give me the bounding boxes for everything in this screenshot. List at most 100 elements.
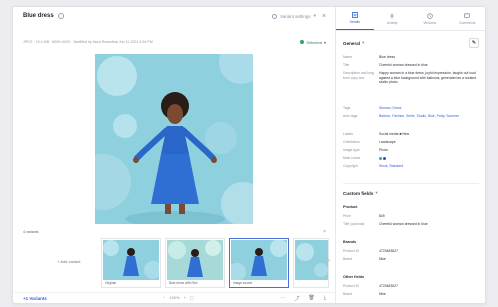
field-row: Orientation Landscape	[343, 140, 483, 145]
variants-count: 4 variants	[23, 230, 39, 234]
field-row: Name Blue dress	[343, 55, 483, 60]
field-value: 4723483627	[379, 249, 398, 253]
color-swatch	[379, 156, 382, 160]
variant-settings-label: Variant settings	[279, 13, 311, 19]
field-key: Price	[343, 214, 351, 218]
general-section-header: General ▾ ✎	[343, 38, 479, 48]
field-row: Auto tags Balloon, Fashion, Smile, Studio…	[343, 114, 483, 119]
field-key: Title	[343, 63, 350, 67]
custom-fields-heading: Custom fields	[343, 190, 374, 196]
woman-in-blue-dress-photo	[95, 54, 253, 224]
asset-meta: JPEG · 15.4 MB · 6000×4000 · Modified by…	[13, 37, 336, 47]
chevron-down-icon: ▾	[313, 13, 316, 18]
field-value: Blue dress	[379, 55, 396, 59]
zoom-level: 100%	[169, 295, 180, 300]
tab-comments[interactable]: Comments	[449, 7, 486, 30]
asset-title: Blue dress	[23, 13, 54, 19]
chevron-down-icon[interactable]: ▾	[362, 40, 364, 46]
thumbnail-image	[167, 240, 223, 280]
activity-icon	[389, 13, 395, 19]
auto-tags-value[interactable]: Balloon, Fashion, Smile, Studio, Blue, P…	[379, 114, 479, 119]
field-key: Title (optional)	[343, 222, 365, 226]
field-key: Brand	[343, 292, 353, 296]
field-value: Landscape	[379, 140, 396, 144]
field-value: Happy woman in a blue dress, joyful expr…	[379, 71, 477, 85]
image-preview[interactable]	[95, 54, 253, 224]
field-row: Image type Photo	[343, 148, 483, 153]
field-row: Tags Woman, Dress	[343, 106, 483, 111]
share-icon[interactable]: ⤴	[294, 295, 299, 302]
tab-activity[interactable]: Activity	[374, 7, 412, 30]
variant-thumb[interactable]: Original	[101, 238, 161, 288]
field-row: Main colors	[343, 156, 483, 161]
variants-header: 4 variants ×	[13, 228, 336, 236]
pencil-icon: ✎	[471, 40, 477, 46]
field-key: Main colors	[343, 156, 361, 160]
field-key: Description and long form copy text	[343, 71, 374, 80]
field-row: Title Cheerful woman dressed in blue	[343, 63, 483, 68]
field-key: Product ID	[343, 249, 360, 253]
tab-versions[interactable]: Versions	[411, 7, 449, 30]
thumbnail-image	[103, 240, 159, 280]
comments-icon	[464, 12, 471, 19]
chevron-down-icon: ▾	[323, 39, 326, 45]
tags-value[interactable]: Woman, Dress	[379, 106, 479, 111]
field-value: Nike	[379, 292, 386, 296]
field-row: Product ID 4723483627	[343, 249, 483, 254]
variant-thumb[interactable]	[293, 238, 329, 288]
chevron-down-icon[interactable]: ▾	[375, 190, 377, 196]
field-row: Brand Nike	[343, 292, 483, 297]
field-key: Name	[343, 55, 353, 59]
zoom-control: − 100% + ▢	[163, 295, 194, 300]
more-icon[interactable]: ⋯	[280, 295, 285, 302]
zoom-out-button[interactable]: −	[163, 295, 165, 300]
field-value: $49	[379, 214, 385, 218]
field-key: Tags	[343, 106, 351, 110]
field-key: Product ID	[343, 284, 360, 288]
field-value: Nike	[379, 257, 386, 261]
variant-thumb-selected[interactable]: Image source	[229, 238, 289, 288]
field-key: Copyright	[343, 164, 358, 168]
field-value: Cheerful woman dressed in blue	[379, 63, 428, 67]
download-icon[interactable]: ⤓	[324, 295, 326, 302]
custom-fields-header: Custom fields ▾	[343, 190, 479, 196]
trash-icon[interactable]: 🗑	[308, 295, 314, 302]
field-row: Title (optional) Cheerful woman dressed i…	[343, 222, 483, 227]
info-icon[interactable]	[57, 13, 64, 19]
variant-settings-button[interactable]: Variant settings ▾	[271, 13, 316, 19]
gear-icon	[271, 13, 277, 19]
group-title: Other fields	[343, 275, 365, 279]
add-variant-button[interactable]: + Add variant	[57, 259, 80, 264]
field-row: Labels Social media ■ New	[343, 132, 483, 137]
field-key: Image type	[343, 148, 360, 152]
tab-details[interactable]: Details	[336, 7, 374, 30]
close-variants-icon[interactable]: ×	[323, 229, 326, 235]
field-row: Product ID 4723483627	[343, 284, 483, 289]
main-colors-value	[379, 156, 479, 161]
field-value: Cheerful woman dressed in blue	[379, 222, 428, 226]
variant-caption: Blue dress with Red	[169, 281, 198, 285]
status-dot-icon	[300, 40, 305, 44]
panel-tabs: Details Activity Versions Comments	[336, 7, 486, 31]
field-row: Copyright Stock, Standard	[343, 164, 483, 169]
field-row: Description and long form copy text Happy…	[343, 71, 483, 85]
variants-link[interactable]: +1 Variants	[23, 296, 47, 301]
field-key: Brand	[343, 257, 353, 261]
tab-label: Versions	[423, 20, 437, 25]
asset-meta-text: JPEG · 15.4 MB · 6000×4000 · Modified by…	[23, 40, 153, 44]
details-icon	[351, 12, 358, 18]
zoom-in-button[interactable]: +	[184, 295, 186, 300]
close-icon[interactable]: ×	[322, 13, 326, 20]
fit-icon[interactable]: ▢	[190, 295, 194, 300]
thumbnail-image	[231, 240, 287, 280]
chevron-right-icon[interactable]: ›	[328, 258, 330, 264]
status-badge[interactable]: Selected ▾	[300, 40, 326, 45]
field-key: Orientation	[343, 140, 360, 144]
tab-label: Activity	[386, 20, 398, 25]
field-row: Price $49	[343, 214, 483, 219]
tab-label: Details	[349, 20, 360, 24]
variant-thumb[interactable]: Blue dress with Red	[165, 238, 225, 288]
copyright-value[interactable]: Stock, Standard	[379, 164, 479, 169]
asset-header: Blue dress Variant settings ▾ ×	[13, 7, 336, 25]
edit-button[interactable]: ✎	[469, 38, 479, 48]
